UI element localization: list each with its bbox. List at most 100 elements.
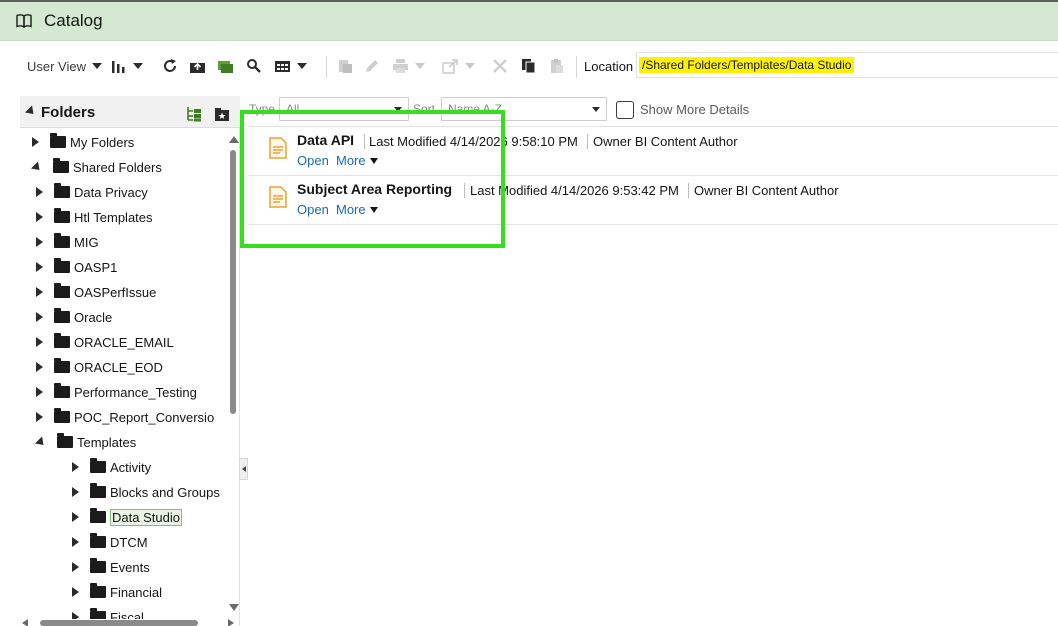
tree-folder-item[interactable]: OASPerfIssue — [36, 282, 156, 302]
more-menu[interactable]: More — [336, 153, 378, 168]
tree-folder-item[interactable]: Blocks and Groups — [72, 482, 220, 502]
tree-folder-item[interactable]: Templates — [34, 432, 136, 452]
chevron-down-icon — [369, 157, 378, 164]
tree-folder-item[interactable]: Events — [72, 557, 150, 577]
tree-folder-item[interactable]: DTCM — [72, 532, 148, 552]
more-menu[interactable]: More — [336, 202, 378, 217]
copy-icon — [522, 59, 536, 74]
location-path: /Shared Folders/Templates/Data Studio — [639, 57, 855, 73]
type-filter-select[interactable]: All — [279, 97, 409, 121]
tree-folder-label: POC_Report_Conversio — [74, 409, 215, 425]
sort-select[interactable]: Name A-Z — [441, 97, 607, 121]
expand-arrow-icon[interactable] — [36, 337, 43, 347]
expand-arrow-icon[interactable] — [36, 312, 43, 322]
tree-folder-label: Data Studio — [110, 508, 182, 526]
location-field[interactable]: /Shared Folders/Templates/Data Studio — [636, 52, 1058, 78]
folder-icon — [57, 433, 73, 448]
expand-arrow-icon[interactable] — [72, 487, 79, 497]
scroll-right-icon[interactable] — [228, 619, 234, 626]
tree-folder-item[interactable]: Htl Templates — [36, 207, 153, 227]
tree-folder-item[interactable]: POC_Report_Conversio — [36, 407, 214, 427]
new-folder-button[interactable] — [217, 56, 234, 76]
search-button[interactable] — [246, 56, 262, 76]
expand-arrow-icon[interactable] — [36, 212, 43, 222]
paste-button[interactable] — [549, 56, 565, 76]
view-grid-button[interactable] — [274, 56, 307, 76]
tree-folder-label: Oracle — [74, 309, 113, 325]
folder-icon — [53, 158, 69, 173]
expand-arrow-icon[interactable] — [72, 537, 79, 547]
catalog-item[interactable]: Subject Area Reporting Last Modified 4/1… — [249, 176, 1058, 225]
favorite-folder-icon[interactable] — [214, 106, 230, 122]
item-name[interactable]: Subject Area Reporting — [297, 181, 452, 197]
tree-horizontal-scrollbar[interactable] — [20, 618, 240, 626]
sort-value: Name A-Z — [448, 102, 503, 116]
tree-folder-item[interactable]: Performance_Testing — [36, 382, 197, 402]
open-link[interactable]: Open — [297, 153, 329, 168]
show-more-details-checkbox[interactable] — [616, 101, 634, 119]
expand-arrow-icon[interactable] — [36, 187, 43, 197]
collapse-arrow-icon[interactable] — [30, 160, 44, 174]
expand-arrow-icon[interactable] — [36, 412, 43, 422]
upload-button[interactable] — [189, 56, 206, 76]
folder-icon — [54, 183, 70, 198]
tree-folder-label: DTCM — [110, 534, 148, 550]
tree-folder-item[interactable]: OASP1 — [36, 257, 117, 277]
print-icon — [393, 59, 408, 73]
document-icon — [269, 186, 287, 208]
tree-folder-item[interactable]: Shared Folders — [30, 157, 162, 177]
folders-header[interactable]: Folders — [20, 96, 240, 128]
catalog-item[interactable]: Data API Last Modified 4/14/2026 9:58:10… — [249, 127, 1058, 176]
scroll-up-icon[interactable] — [229, 136, 239, 143]
tree-folder-item[interactable]: Data Studio — [72, 507, 182, 527]
tree-folder-item[interactable]: My Folders — [32, 132, 134, 152]
expand-arrow-icon[interactable] — [36, 287, 43, 297]
tree-folder-label: ORACLE_EMAIL — [74, 334, 174, 350]
scroll-down-icon[interactable] — [229, 604, 239, 611]
tree-folder-item[interactable]: Financial — [72, 582, 162, 602]
folder-icon — [54, 383, 70, 398]
print-button[interactable] — [392, 56, 425, 76]
expand-arrow-icon[interactable] — [36, 362, 43, 372]
tree-folder-label: OASPerfIssue — [74, 284, 157, 300]
tree-folder-item[interactable]: ORACLE_EOD — [36, 357, 163, 377]
expand-arrow-icon[interactable] — [72, 587, 79, 597]
tree-folder-item[interactable]: MIG — [36, 232, 99, 252]
refresh-button[interactable] — [162, 56, 178, 76]
panel-splitter[interactable] — [239, 458, 248, 480]
folder-tree-icon[interactable] — [186, 106, 202, 122]
archive-button[interactable] — [337, 56, 353, 76]
expand-arrow-icon[interactable] — [36, 387, 43, 397]
scroll-thumb[interactable] — [230, 150, 236, 414]
expand-arrow-icon[interactable] — [72, 462, 79, 472]
expand-arrow-icon[interactable] — [32, 137, 39, 147]
edit-button[interactable] — [364, 56, 380, 76]
user-view-menu[interactable]: User View — [27, 56, 103, 76]
item-name[interactable]: Data API — [297, 132, 354, 148]
tree-folder-item[interactable]: ORACLE_EMAIL — [36, 332, 174, 352]
scroll-thumb-horizontal[interactable] — [40, 620, 198, 626]
window-title: Catalog — [44, 11, 103, 30]
tree-folder-item[interactable]: Activity — [72, 457, 151, 477]
paste-icon — [551, 59, 563, 73]
more-label: More — [336, 153, 366, 168]
collapse-arrow-icon[interactable] — [34, 435, 48, 449]
delete-button[interactable] — [492, 56, 508, 76]
expand-arrow-icon[interactable] — [72, 562, 79, 572]
filter-bar: Type All Sort Name A-Z Show More Details — [249, 96, 1058, 124]
tree-folder-item[interactable]: Data Privacy — [36, 182, 148, 202]
sort-menu-button[interactable] — [111, 56, 143, 76]
tree-folder-item[interactable]: Oracle — [36, 307, 112, 327]
tree-folder-label: Activity — [110, 459, 152, 475]
collapse-icon[interactable] — [24, 105, 38, 118]
copy-button[interactable] — [521, 56, 537, 76]
expand-arrow-icon[interactable] — [36, 237, 43, 247]
scroll-left-icon[interactable] — [22, 619, 28, 626]
expand-arrow-icon[interactable] — [72, 512, 79, 522]
open-link[interactable]: Open — [297, 202, 329, 217]
user-view-label: User View — [27, 58, 87, 74]
search-icon — [247, 59, 261, 73]
tree-vertical-scrollbar[interactable] — [227, 132, 239, 616]
share-button[interactable] — [442, 56, 475, 76]
expand-arrow-icon[interactable] — [36, 262, 43, 272]
